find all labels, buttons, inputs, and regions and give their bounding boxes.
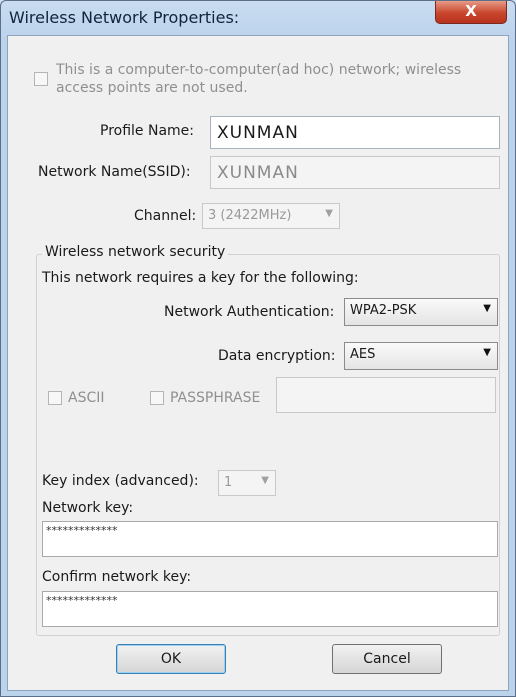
confirm-key-input[interactable]: ************* — [42, 591, 498, 627]
auth-label: Network Authentication: — [164, 304, 335, 320]
dialog-body: This is a computer-to-computer(ad hoc) n… — [7, 35, 509, 691]
auth-select[interactable]: WPA2-PSK ▼ — [344, 298, 498, 326]
auth-value: WPA2-PSK — [350, 303, 417, 318]
key-index-value: 1 — [224, 475, 233, 490]
passphrase-checkbox[interactable] — [150, 391, 164, 405]
adhoc-label-line2: access points are not used. — [56, 80, 248, 96]
confirm-key-label: Confirm network key: — [42, 569, 192, 585]
adhoc-checkbox[interactable] — [34, 72, 48, 86]
profile-name-input[interactable]: XUNMAN — [210, 116, 500, 149]
key-index-select[interactable]: 1 ▼ — [218, 470, 276, 496]
channel-select[interactable]: 3 (2422MHz) ▼ — [202, 203, 340, 229]
ok-button[interactable]: OK — [116, 644, 226, 674]
key-index-label: Key index (advanced): — [42, 473, 199, 489]
passphrase-input[interactable] — [276, 377, 496, 413]
ssid-label: Network Name(SSID): — [38, 164, 191, 180]
encryption-value: AES — [350, 347, 376, 362]
passphrase-label: PASSPHRASE — [170, 390, 261, 406]
chevron-down-icon: ▼ — [325, 208, 333, 219]
network-key-input[interactable]: ************* — [42, 521, 498, 557]
chevron-down-icon: ▼ — [261, 475, 269, 486]
channel-value: 3 (2422MHz) — [208, 208, 292, 223]
chevron-down-icon: ▼ — [483, 347, 491, 358]
close-icon: X — [465, 2, 477, 20]
cancel-button[interactable]: Cancel — [332, 644, 442, 674]
channel-label: Channel: — [134, 208, 197, 224]
encryption-select[interactable]: AES ▼ — [344, 342, 498, 370]
network-key-label: Network key: — [42, 500, 134, 516]
adhoc-label-line1: This is a computer-to-computer(ad hoc) n… — [56, 62, 462, 78]
ascii-label: ASCII — [68, 390, 105, 406]
title-bar: Wireless Network Properties: X — [1, 1, 515, 35]
chevron-down-icon: ▼ — [483, 303, 491, 314]
properties-dialog: Wireless Network Properties: X This is a… — [0, 0, 516, 697]
profile-name-label: Profile Name: — [100, 123, 195, 139]
ssid-input[interactable]: XUNMAN — [210, 156, 500, 189]
close-button[interactable]: X — [435, 1, 507, 24]
security-legend: Wireless network security — [42, 244, 229, 260]
encryption-label: Data encryption: — [218, 348, 336, 364]
window-title: Wireless Network Properties: — [9, 8, 240, 27]
requires-key-text: This network requires a key for the foll… — [42, 270, 359, 286]
ascii-checkbox[interactable] — [48, 391, 62, 405]
